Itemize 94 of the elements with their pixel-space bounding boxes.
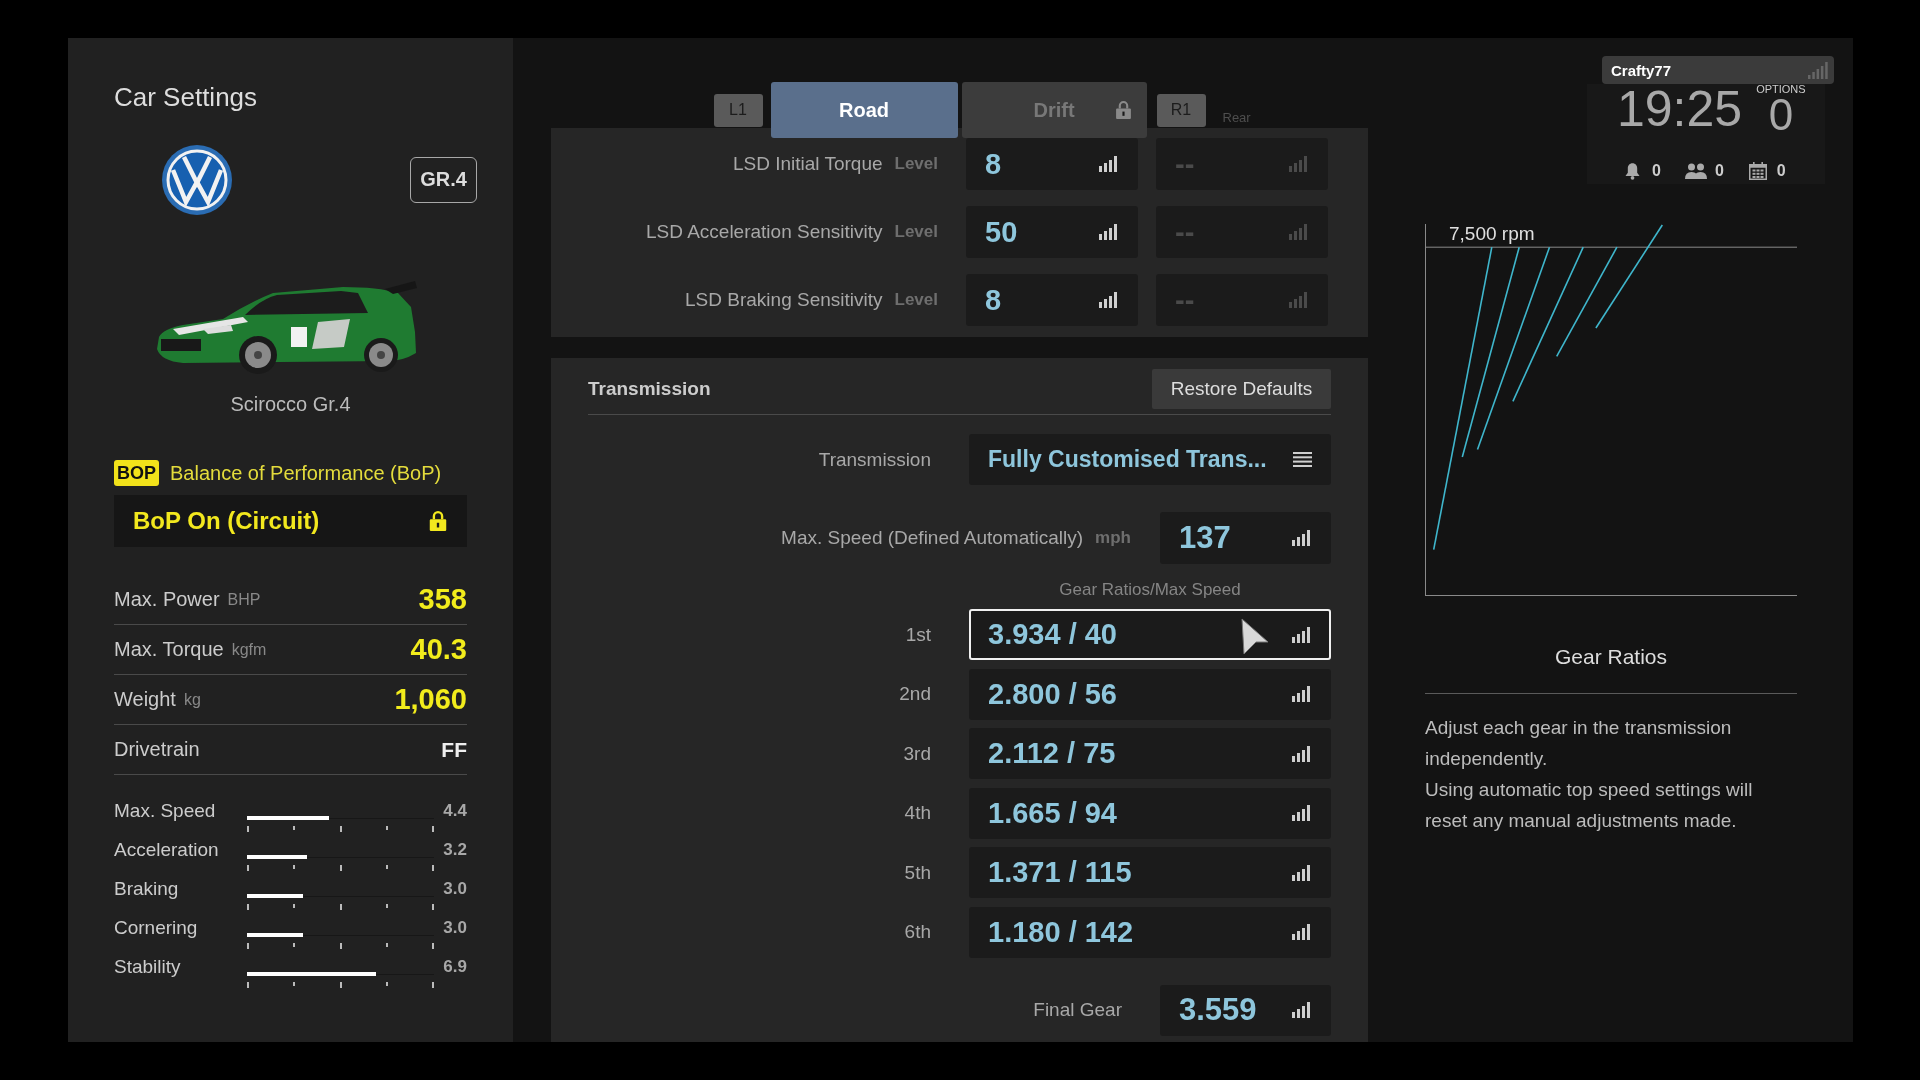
- bars-icon: [1292, 530, 1310, 546]
- section-title: Transmission: [588, 378, 711, 400]
- spec-label: Max. Power: [114, 588, 220, 611]
- panel-title: Car Settings: [114, 82, 258, 112]
- gear-label: 1st: [905, 623, 931, 646]
- bars-icon: [1292, 745, 1310, 762]
- bars-icon: [1292, 864, 1310, 881]
- unit-label: Level: [894, 222, 938, 242]
- setting-label: LSD Braking Sensitivity: [685, 289, 883, 311]
- bop-setting-field[interactable]: BoP On (Circuit): [114, 495, 467, 547]
- gear-ratio-field[interactable]: 2.800 / 56: [969, 668, 1331, 720]
- help-paragraph: Using automatic top speed settings will reset any manual adjustments made.: [1425, 778, 1754, 833]
- gear-label: 4th: [904, 802, 931, 825]
- rating-label: Acceleration: [114, 838, 220, 862]
- calendar-icon: [1748, 162, 1767, 180]
- menu-icon: [1293, 452, 1312, 467]
- bars-icon: [1099, 292, 1117, 308]
- bop-title: Balance of Performance (BoP): [170, 461, 442, 486]
- spec-unit: kgfm: [231, 640, 267, 659]
- spec-label: Drivetrain: [114, 738, 200, 761]
- gear-ratio-field[interactable]: 1.180 / 142: [969, 906, 1331, 958]
- people-icon: [1684, 163, 1707, 179]
- final-gear-field[interactable]: 3.559: [1160, 984, 1331, 1036]
- car-name: Scirocco Gr.4: [230, 392, 351, 416]
- options-label: OPTIONS: [1756, 83, 1806, 95]
- front-value-field[interactable]: 50: [966, 206, 1138, 258]
- restore-defaults-button[interactable]: Restore Defaults: [1152, 369, 1331, 409]
- signal-icon: [1808, 61, 1828, 79]
- rating-label: Max. Speed: [114, 799, 217, 823]
- rating-reading: 3.0: [443, 917, 467, 939]
- lock-icon: [1115, 101, 1131, 119]
- unit-label: Level: [894, 290, 938, 310]
- bars-icon: [1099, 156, 1117, 172]
- spec-value: FF: [441, 737, 467, 762]
- bars-icon: [1292, 626, 1310, 643]
- column-header: Rear: [1222, 111, 1251, 125]
- unit-label: Level: [894, 154, 938, 174]
- rating-reading: 3.2: [443, 839, 467, 861]
- events-count: 0: [1776, 162, 1786, 180]
- lock-icon: [429, 511, 447, 531]
- bars-icon: [1292, 805, 1310, 822]
- setting-label: LSD Initial Torque: [732, 153, 883, 175]
- setting-label: Final Gear: [1033, 999, 1122, 1022]
- rating-label: Cornering: [114, 916, 199, 940]
- car-class-badge: GR.4: [410, 157, 477, 203]
- gear-ratio-field[interactable]: 3.934 / 40: [969, 609, 1331, 660]
- spec-unit: BHP: [227, 590, 261, 609]
- spec-value: 40.3: [410, 633, 467, 666]
- gear-ratio-field[interactable]: 2.112 / 75: [969, 728, 1331, 780]
- rpm-label: 7,500 rpm: [1449, 224, 1535, 244]
- setting-label: LSD Acceleration Sensitivity: [645, 221, 883, 243]
- front-value-field[interactable]: 8: [966, 138, 1138, 190]
- bell-icon: [1625, 162, 1640, 180]
- setting-label: Transmission: [818, 448, 931, 471]
- clock-time: 19:25: [1617, 87, 1743, 131]
- bars-icon: [1292, 1002, 1310, 1019]
- gear-column-header: Gear Ratios/Max Speed: [1058, 580, 1242, 600]
- friends-count: 0: [1714, 162, 1724, 180]
- car-logo-icon: [162, 145, 232, 215]
- rating-label: Braking: [114, 877, 180, 901]
- rating-reading: 6.9: [443, 956, 467, 978]
- mouse-pointer-icon: [1241, 618, 1269, 655]
- bars-icon: [1292, 686, 1310, 703]
- bars-icon: [1292, 924, 1310, 941]
- bop-badge: BOP: [114, 460, 159, 486]
- user-name: Crafty77: [1611, 61, 1672, 79]
- gear-label: 2nd: [899, 683, 931, 706]
- bars-icon: [1289, 224, 1307, 240]
- max-speed-field[interactable]: 137: [1160, 512, 1331, 564]
- gear-label: 5th: [904, 861, 931, 884]
- spec-label: Max. Torque: [114, 638, 224, 661]
- spec-value: 1,060: [394, 683, 467, 716]
- rating-label: Stability: [114, 955, 182, 979]
- spec-label: Weight: [114, 688, 176, 711]
- help-paragraph: Adjust each gear in the transmission independently.: [1425, 716, 1733, 771]
- spec-value: 358: [418, 583, 467, 616]
- transmission-select[interactable]: Fully Customised Trans...: [969, 434, 1331, 485]
- gear-ratio-field[interactable]: 1.665 / 94: [969, 787, 1331, 839]
- options-count: 0: [1768, 95, 1794, 135]
- unit-label: mph: [1095, 528, 1131, 548]
- rating-reading: 3.0: [443, 878, 467, 900]
- setting-label: Max. Speed (Defined Automatically): [781, 527, 1084, 549]
- front-value-field[interactable]: 8: [966, 274, 1138, 326]
- bars-icon: [1289, 292, 1307, 308]
- gear-label: 6th: [904, 921, 931, 944]
- spec-unit: kg: [183, 690, 201, 709]
- notification-count: 0: [1652, 162, 1661, 180]
- help-title: Gear Ratios: [1554, 645, 1667, 668]
- bars-icon: [1289, 156, 1307, 172]
- rating-reading: 4.4: [443, 800, 467, 822]
- gear-ratio-field[interactable]: 1.371 / 115: [969, 847, 1331, 899]
- bars-icon: [1099, 224, 1117, 240]
- mode-tab[interactable]: Road: [770, 82, 958, 138]
- gear-label: 3rd: [903, 742, 931, 765]
